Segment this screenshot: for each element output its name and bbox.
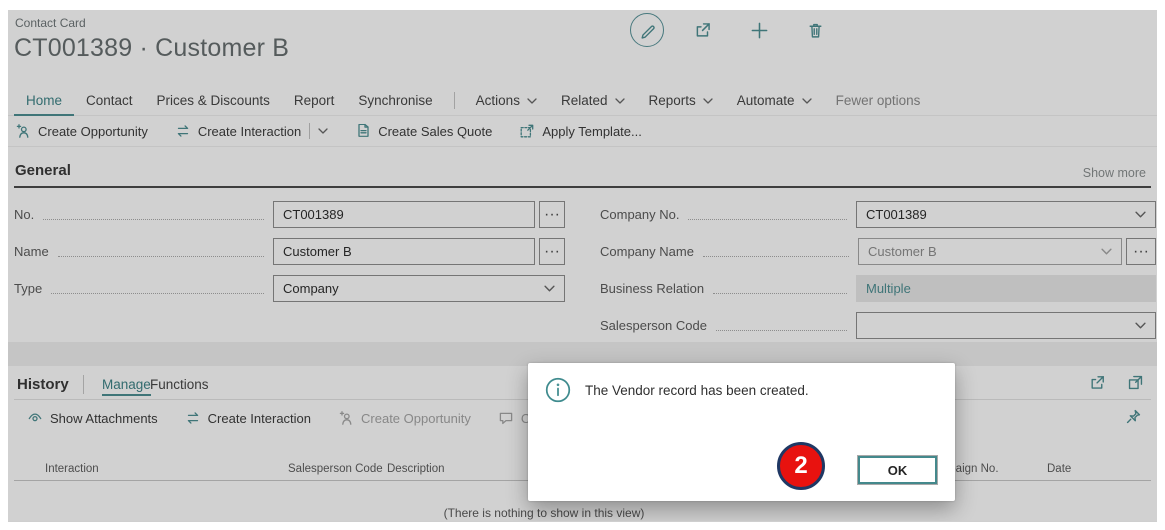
annotation-step-badge: 2	[777, 442, 825, 490]
ok-button[interactable]: OK	[858, 456, 937, 484]
confirmation-dialog: The Vendor record has been created. OK	[528, 363, 955, 501]
contact-card-page: Contact Card CT001389 · Customer B Home …	[8, 10, 1157, 522]
dialog-message: The Vendor record has been created.	[585, 383, 809, 398]
info-icon	[545, 377, 571, 403]
